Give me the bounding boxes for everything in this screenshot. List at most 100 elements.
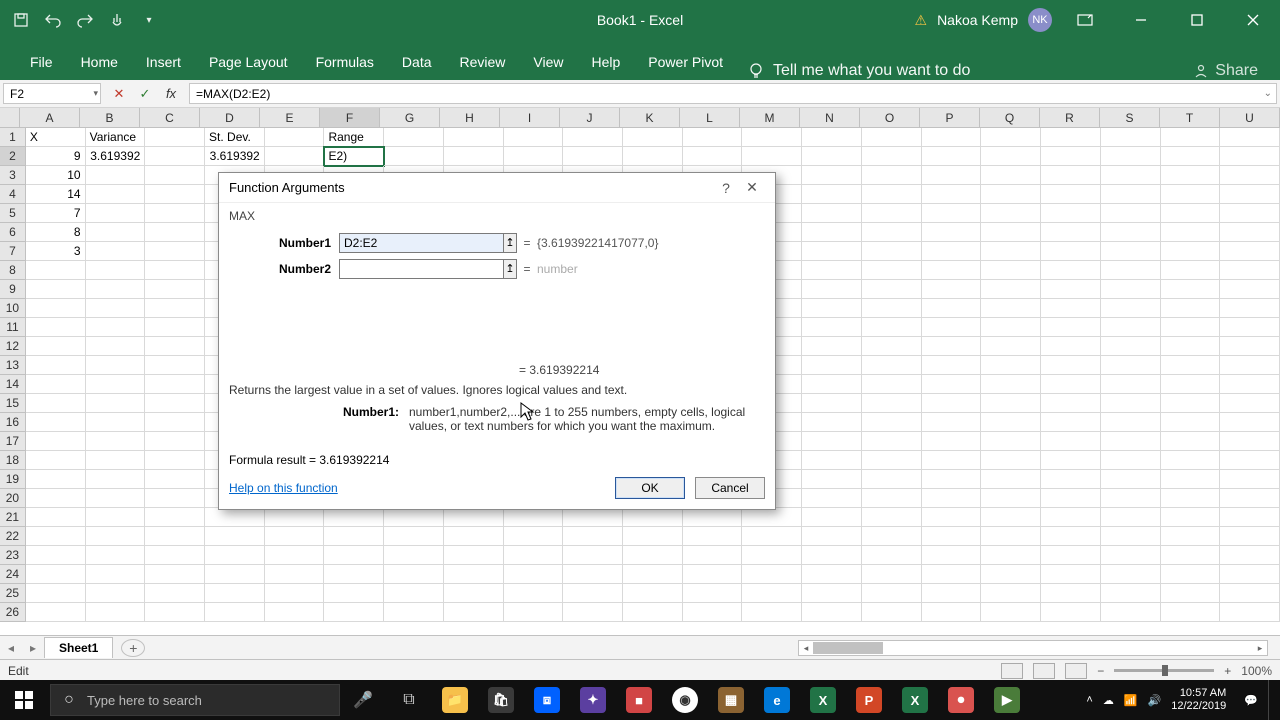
cell-A25[interactable] [26, 584, 86, 603]
show-desktop-button[interactable] [1268, 680, 1274, 720]
close-button[interactable] [1230, 0, 1276, 40]
cell-T7[interactable] [1161, 242, 1221, 261]
scroll-right-icon[interactable]: ▸ [1253, 641, 1267, 655]
cell-O7[interactable] [862, 242, 922, 261]
user-name[interactable]: Nakoa Kemp [937, 12, 1018, 28]
cell-A22[interactable] [26, 527, 86, 546]
cell-P11[interactable] [922, 318, 982, 337]
cell-A4[interactable]: 14 [26, 185, 86, 204]
cell-P7[interactable] [922, 242, 982, 261]
cell-C18[interactable] [145, 451, 205, 470]
cell-L26[interactable] [683, 603, 743, 622]
cell-F22[interactable] [324, 527, 384, 546]
cell-F26[interactable] [324, 603, 384, 622]
cell-N12[interactable] [802, 337, 862, 356]
cell-D24[interactable] [205, 565, 265, 584]
cell-G25[interactable] [384, 584, 444, 603]
cell-O26[interactable] [862, 603, 922, 622]
cell-M22[interactable] [742, 527, 802, 546]
row-header-14[interactable]: 14 [0, 375, 26, 394]
cell-N26[interactable] [802, 603, 862, 622]
cell-I21[interactable] [504, 508, 564, 527]
cell-U7[interactable] [1220, 242, 1280, 261]
column-header-P[interactable]: P [920, 108, 980, 127]
row-header-5[interactable]: 5 [0, 204, 26, 223]
cell-O4[interactable] [862, 185, 922, 204]
cell-S3[interactable] [1101, 166, 1161, 185]
cell-S4[interactable] [1101, 185, 1161, 204]
cell-S6[interactable] [1101, 223, 1161, 242]
cell-M24[interactable] [742, 565, 802, 584]
cell-O1[interactable] [862, 128, 922, 147]
row-header-23[interactable]: 23 [0, 546, 26, 565]
cell-A14[interactable] [26, 375, 86, 394]
cell-T12[interactable] [1161, 337, 1221, 356]
page-layout-view-button[interactable] [1033, 663, 1055, 679]
cell-P14[interactable] [922, 375, 982, 394]
cell-Q21[interactable] [981, 508, 1041, 527]
arg1-collapse-icon[interactable]: ↥ [504, 233, 517, 253]
cell-F23[interactable] [324, 546, 384, 565]
cell-S21[interactable] [1101, 508, 1161, 527]
cell-K24[interactable] [623, 565, 683, 584]
cell-B26[interactable] [86, 603, 146, 622]
cell-O14[interactable] [862, 375, 922, 394]
cell-C8[interactable] [145, 261, 205, 280]
cell-A1[interactable]: X [26, 128, 86, 147]
cell-D23[interactable] [205, 546, 265, 565]
cell-K26[interactable] [623, 603, 683, 622]
cell-A8[interactable] [26, 261, 86, 280]
cell-E23[interactable] [265, 546, 325, 565]
new-sheet-button[interactable]: + [121, 639, 145, 657]
cell-N22[interactable] [802, 527, 862, 546]
cell-I26[interactable] [504, 603, 564, 622]
sheet-tab[interactable]: Sheet1 [44, 637, 113, 658]
cell-S26[interactable] [1101, 603, 1161, 622]
cell-S24[interactable] [1101, 565, 1161, 584]
cell-Q12[interactable] [981, 337, 1041, 356]
cell-B16[interactable] [86, 413, 146, 432]
cell-B14[interactable] [86, 375, 146, 394]
cell-A19[interactable] [26, 470, 86, 489]
cell-J1[interactable] [563, 128, 623, 147]
cell-R23[interactable] [1041, 546, 1101, 565]
sheet-nav-prev[interactable]: ◂ [0, 641, 22, 655]
column-header-T[interactable]: T [1160, 108, 1220, 127]
cell-F21[interactable] [324, 508, 384, 527]
cell-U24[interactable] [1220, 565, 1280, 584]
cell-G22[interactable] [384, 527, 444, 546]
cell-S8[interactable] [1101, 261, 1161, 280]
cell-A17[interactable] [26, 432, 86, 451]
maximize-button[interactable] [1174, 0, 1220, 40]
warning-icon[interactable]: ⚠ [915, 12, 928, 29]
cell-S25[interactable] [1101, 584, 1161, 603]
cell-K23[interactable] [623, 546, 683, 565]
dialog-help-button[interactable]: ? [713, 180, 739, 196]
cell-C10[interactable] [145, 299, 205, 318]
cell-C5[interactable] [145, 204, 205, 223]
cell-Q4[interactable] [981, 185, 1041, 204]
cell-R19[interactable] [1041, 470, 1101, 489]
cell-T19[interactable] [1161, 470, 1221, 489]
cell-A16[interactable] [26, 413, 86, 432]
cell-R16[interactable] [1041, 413, 1101, 432]
file-explorer-icon[interactable]: 📁 [432, 680, 478, 720]
row-header-8[interactable]: 8 [0, 261, 26, 280]
row-header-20[interactable]: 20 [0, 489, 26, 508]
cell-U10[interactable] [1220, 299, 1280, 318]
row-header-21[interactable]: 21 [0, 508, 26, 527]
cell-U11[interactable] [1220, 318, 1280, 337]
cell-B7[interactable] [86, 242, 146, 261]
column-header-O[interactable]: O [860, 108, 920, 127]
cortana-mic-icon[interactable]: 🎤 [340, 680, 386, 720]
cell-E24[interactable] [265, 565, 325, 584]
cell-T13[interactable] [1161, 356, 1221, 375]
cell-C6[interactable] [145, 223, 205, 242]
cell-T14[interactable] [1161, 375, 1221, 394]
cell-F24[interactable] [324, 565, 384, 584]
task-view-icon[interactable]: ⧉ [386, 680, 432, 720]
cell-U2[interactable] [1220, 147, 1280, 166]
cell-P4[interactable] [922, 185, 982, 204]
cell-I25[interactable] [504, 584, 564, 603]
cell-U21[interactable] [1220, 508, 1280, 527]
